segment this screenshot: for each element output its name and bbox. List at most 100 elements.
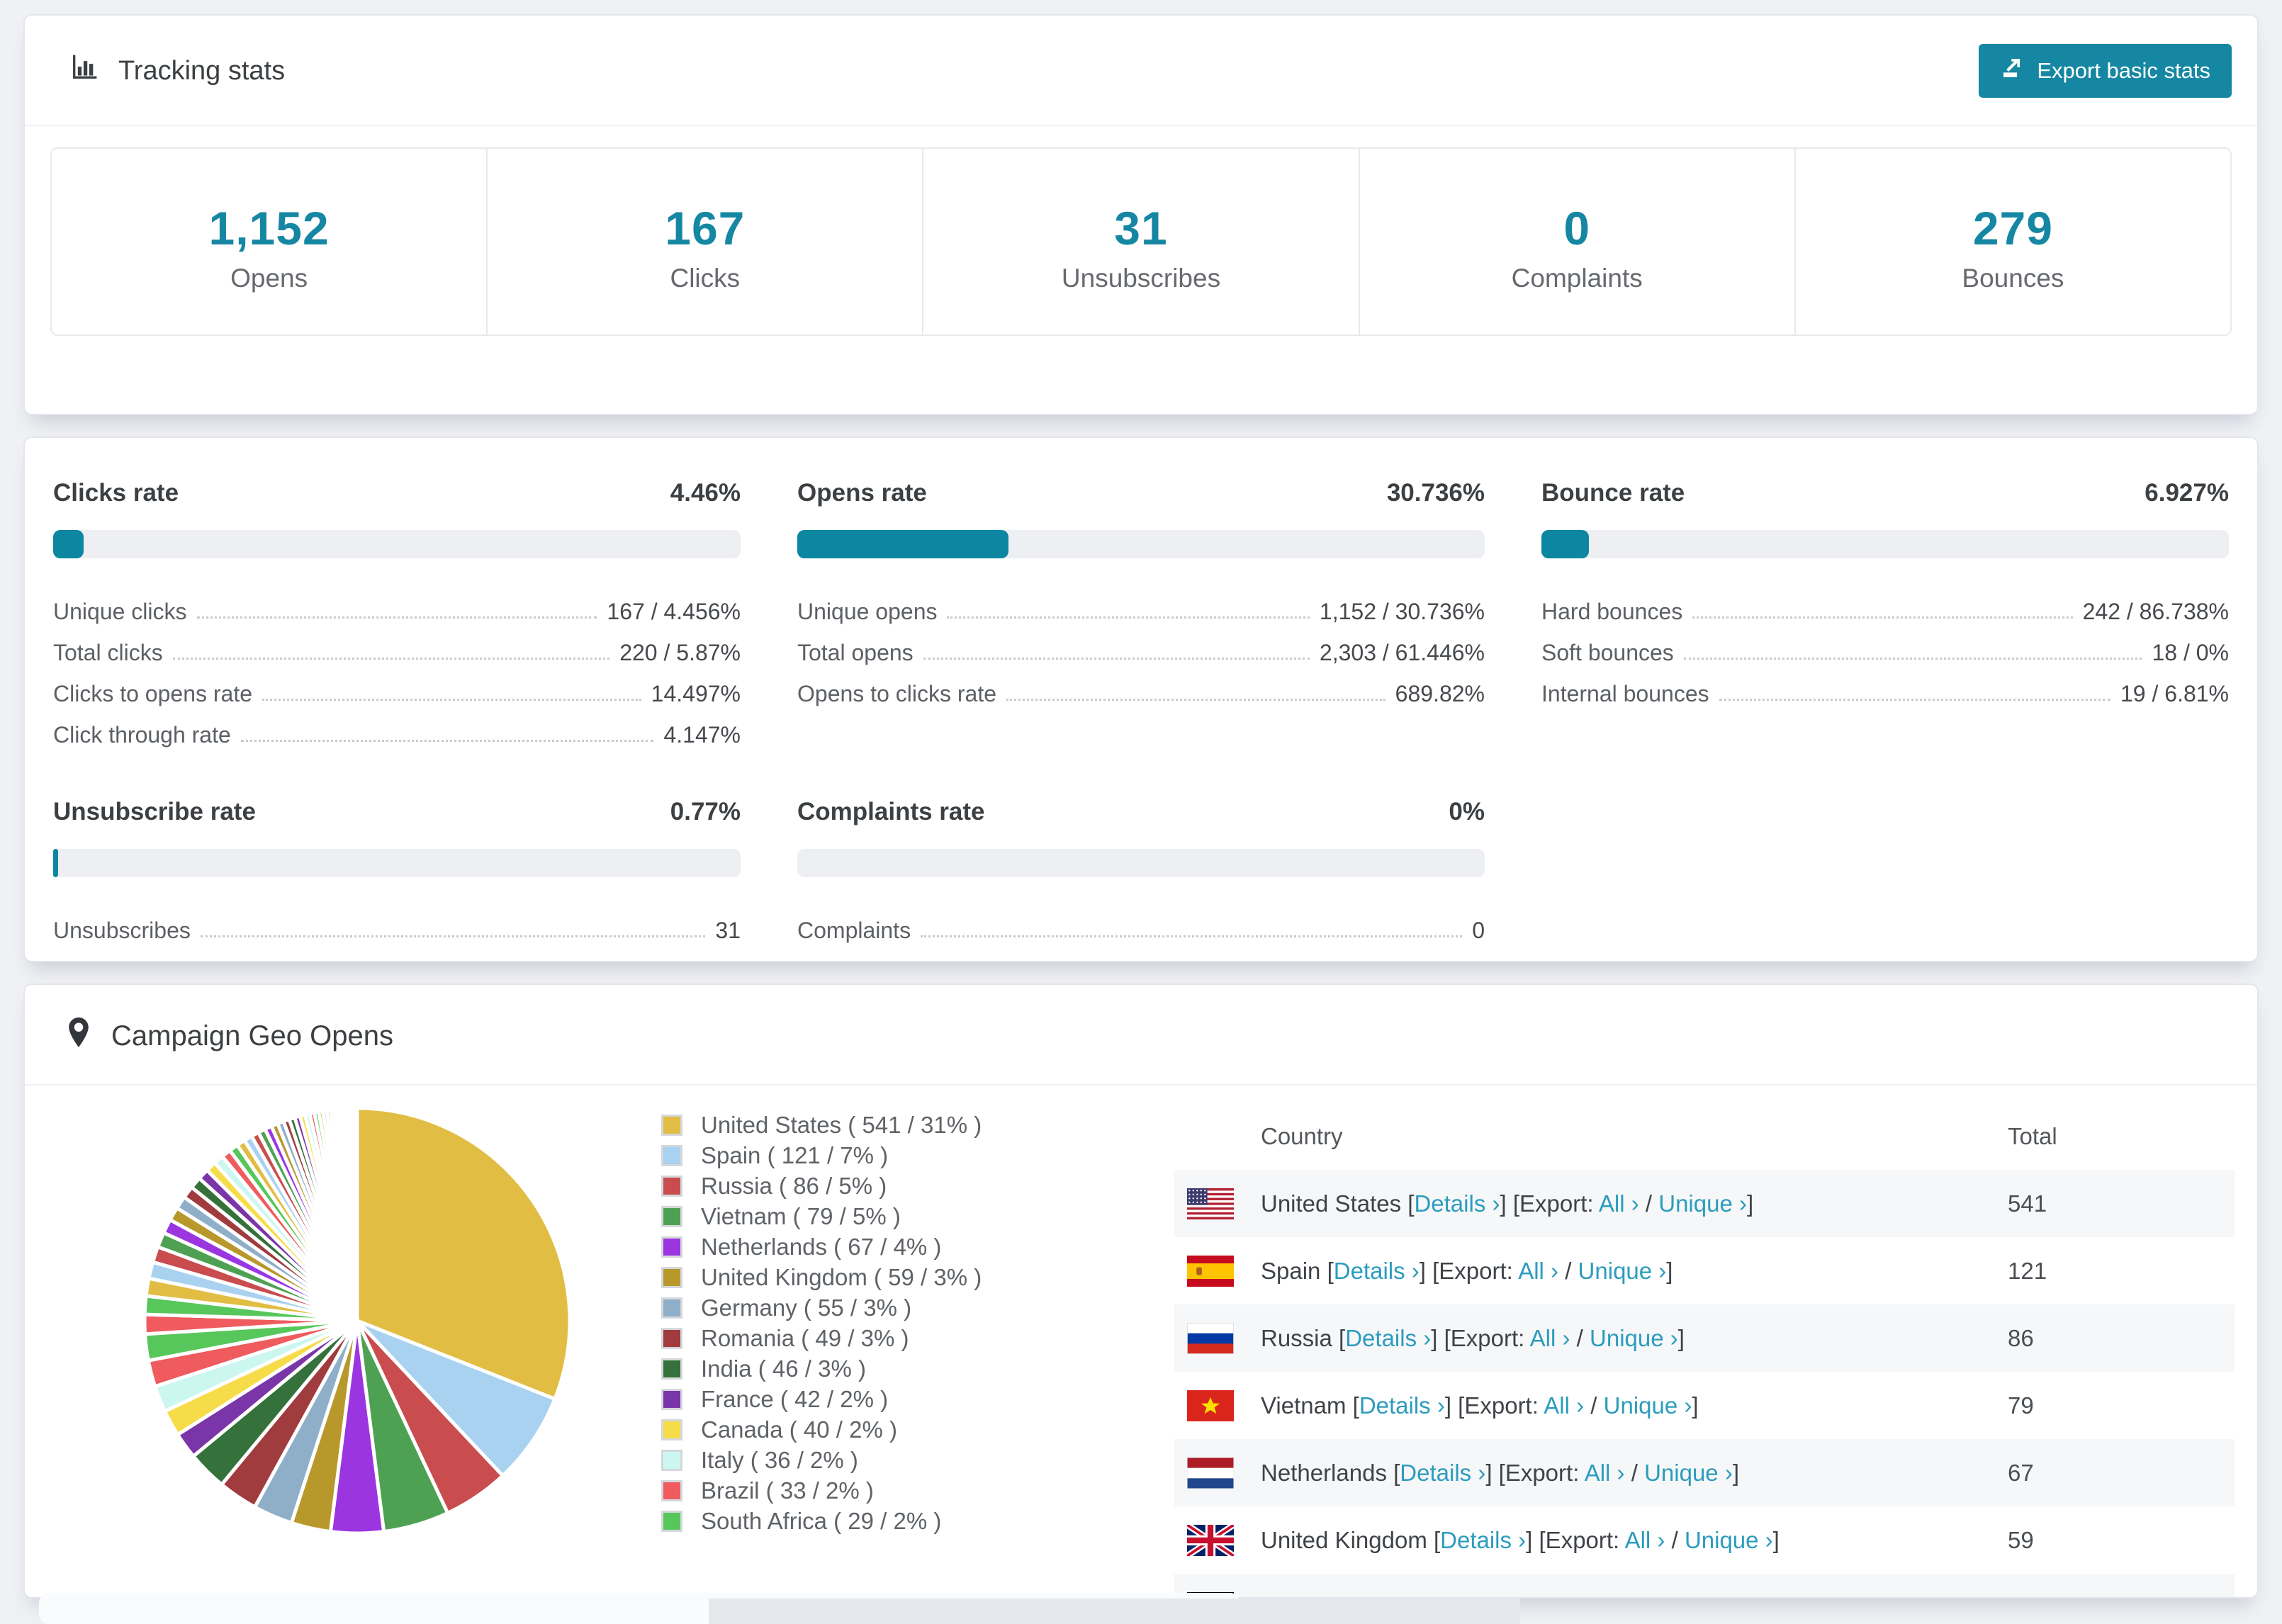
- country-links-text: Spain [Details ›] [Export: All › / Uniqu…: [1261, 1258, 1673, 1285]
- tracking-stats-card: Tracking stats Export basic stats 1,152 O…: [23, 14, 2259, 415]
- legend-label: France ( 42 / 2% ): [701, 1385, 889, 1412]
- legend-label: Germany ( 55 / 3% ): [701, 1294, 912, 1321]
- rate-detail-list: Unique opens 1,152 / 30.736% Total opens 2,…: [797, 584, 1485, 707]
- rate-progress-track: [53, 849, 741, 877]
- export-unique-link[interactable]: Unique ›: [1644, 1460, 1733, 1486]
- horizontal-scrollbar-thumb[interactable]: [709, 1598, 1520, 1624]
- stat-label: Bounces: [1962, 264, 2064, 293]
- legend-swatch: [661, 1510, 682, 1532]
- rate-detail-value: 14.497%: [651, 681, 741, 706]
- geo-table-row: United States [Details ›] [Export: All ›…: [1174, 1170, 2235, 1237]
- stat-cell-opens: 1,152 Opens: [52, 149, 488, 334]
- export-all-link[interactable]: All ›: [1554, 1594, 1595, 1598]
- stat-cell-bounces: 279 Bounces: [1796, 149, 2230, 334]
- legend-label: Spain ( 121 / 7% ): [701, 1141, 889, 1168]
- country-links-text: Russia [Details ›] [Export: All › / Uniq…: [1261, 1325, 1685, 1352]
- export-button-label: Export basic stats: [2037, 58, 2210, 83]
- stat-label: Opens: [230, 264, 308, 293]
- geo-table-row: Germany [Details ›] [Export: All › / Uni…: [1174, 1574, 2235, 1598]
- legend-item: Brazil ( 33 / 2% ): [661, 1475, 982, 1506]
- country-name: United Kingdom [: [1261, 1526, 1441, 1553]
- dotted-leader: [196, 616, 597, 619]
- rate-detail-label: Total clicks: [53, 640, 163, 665]
- stat-value: 1,152: [208, 202, 330, 254]
- export-all-link[interactable]: All ›: [1625, 1527, 1665, 1553]
- rate-detail-value: 220 / 5.87%: [619, 640, 741, 665]
- rate-detail-value: 31: [715, 918, 741, 943]
- legend-label: Russia ( 86 / 5% ): [701, 1172, 887, 1199]
- dotted-leader: [921, 935, 1463, 937]
- rate-detail-label: Hard bounces: [1541, 599, 1683, 624]
- rate-title: Bounce rate: [1541, 479, 1685, 507]
- legend-label: United Kingdom ( 59 / 3% ): [701, 1263, 982, 1290]
- details-link[interactable]: Details ›: [1400, 1460, 1485, 1486]
- legend-swatch: [661, 1297, 682, 1319]
- details-link[interactable]: Details ›: [1334, 1258, 1420, 1284]
- legend-item: Romania ( 49 / 3% ): [661, 1323, 982, 1353]
- country-total: 541: [2008, 1190, 2047, 1217]
- rate-detail-value: 1,152 / 30.736%: [1319, 599, 1485, 624]
- country-total: 121: [2008, 1257, 2047, 1284]
- geo-section-title: Campaign Geo Opens: [111, 1020, 394, 1051]
- legend-item: Italy ( 36 / 2% ): [661, 1445, 982, 1475]
- export-unique-link[interactable]: Unique ›: [1685, 1527, 1773, 1553]
- export-all-link[interactable]: All ›: [1518, 1258, 1558, 1284]
- country-name: Spain [: [1261, 1257, 1334, 1284]
- rate-detail-value: 167 / 4.456%: [607, 599, 741, 624]
- legend-label: Vietnam ( 79 / 5% ): [701, 1202, 901, 1229]
- geo-content: United States ( 541 / 31% ) Spain ( 121 /…: [25, 1086, 2257, 1598]
- country-name: Russia [: [1261, 1324, 1346, 1351]
- export-all-link[interactable]: All ›: [1585, 1460, 1625, 1486]
- export-basic-stats-button[interactable]: Export basic stats: [1979, 44, 2232, 98]
- legend-swatch: [661, 1388, 682, 1410]
- bracket-text: ] [Export:: [1444, 1392, 1544, 1419]
- rate-block-header: Complaints rate 0%: [797, 798, 1485, 826]
- rate-detail-row: Hard bounces 242 / 86.738%: [1541, 584, 2229, 625]
- country-name: Vietnam [: [1261, 1392, 1359, 1419]
- export-all-link[interactable]: All ›: [1530, 1325, 1570, 1351]
- rate-detail-value: 689.82%: [1395, 681, 1485, 706]
- rate-detail-label: Soft bounces: [1541, 640, 1674, 665]
- legend-label: Netherlands ( 67 / 4% ): [701, 1233, 942, 1260]
- es-flag-icon: [1187, 1255, 1234, 1287]
- legend-swatch: [661, 1419, 682, 1440]
- details-link[interactable]: Details ›: [1440, 1527, 1526, 1553]
- rate-detail-list: Unsubscribes 31: [53, 903, 741, 944]
- bracket-text: ]: [1703, 1594, 1709, 1598]
- rate-progress-fill: [53, 849, 59, 877]
- details-link[interactable]: Details ›: [1359, 1392, 1445, 1419]
- legend-item: Germany ( 55 / 3% ): [661, 1292, 982, 1323]
- stat-label: Clicks: [670, 264, 741, 293]
- export-all-link[interactable]: All ›: [1544, 1392, 1584, 1419]
- legend-swatch: [661, 1114, 682, 1136]
- country-links-text: Netherlands [Details ›] [Export: All › /…: [1261, 1460, 1739, 1487]
- country-name: United States [: [1261, 1190, 1415, 1217]
- rate-block-header: Bounce rate 6.927%: [1541, 479, 2229, 507]
- rate-detail-value: 18 / 0%: [2152, 640, 2229, 665]
- stat-cell-clicks: 167 Clicks: [488, 149, 924, 334]
- export-unique-link[interactable]: Unique ›: [1614, 1594, 1703, 1598]
- rate-detail-label: Clicks to opens rate: [53, 681, 253, 706]
- export-unique-link[interactable]: Unique ›: [1578, 1258, 1667, 1284]
- country-links-text: Vietnam [Details ›] [Export: All › / Uni…: [1261, 1392, 1699, 1419]
- bracket-text: ]: [1746, 1190, 1754, 1217]
- legend-swatch: [661, 1205, 682, 1227]
- details-link[interactable]: Details ›: [1414, 1190, 1500, 1217]
- country-cell: United States [Details ›] [Export: All ›…: [1174, 1188, 2008, 1219]
- bar-chart-icon: [69, 52, 100, 90]
- export-unique-link[interactable]: Unique ›: [1590, 1325, 1678, 1351]
- export-unique-link[interactable]: Unique ›: [1658, 1190, 1747, 1217]
- export-all-link[interactable]: All ›: [1599, 1190, 1639, 1217]
- stat-cell-unsubscribes: 31 Unsubscribes: [923, 149, 1360, 334]
- export-unique-link[interactable]: Unique ›: [1604, 1392, 1692, 1419]
- nl-flag-icon: [1187, 1457, 1234, 1489]
- rate-detail-label: Opens to clicks rate: [797, 681, 996, 706]
- geo-table-row: Netherlands [Details ›] [Export: All › /…: [1174, 1439, 2235, 1506]
- pie-slice-other: [353, 1106, 359, 1321]
- details-link[interactable]: Details ›: [1345, 1325, 1431, 1351]
- legend-label: Italy ( 36 / 2% ): [701, 1446, 858, 1473]
- dotted-leader: [1719, 699, 2110, 701]
- country-links-text: United States [Details ›] [Export: All ›…: [1261, 1190, 1753, 1217]
- legend-item: South Africa ( 29 / 2% ): [661, 1506, 982, 1536]
- legend-item: United States ( 541 / 31% ): [661, 1110, 982, 1140]
